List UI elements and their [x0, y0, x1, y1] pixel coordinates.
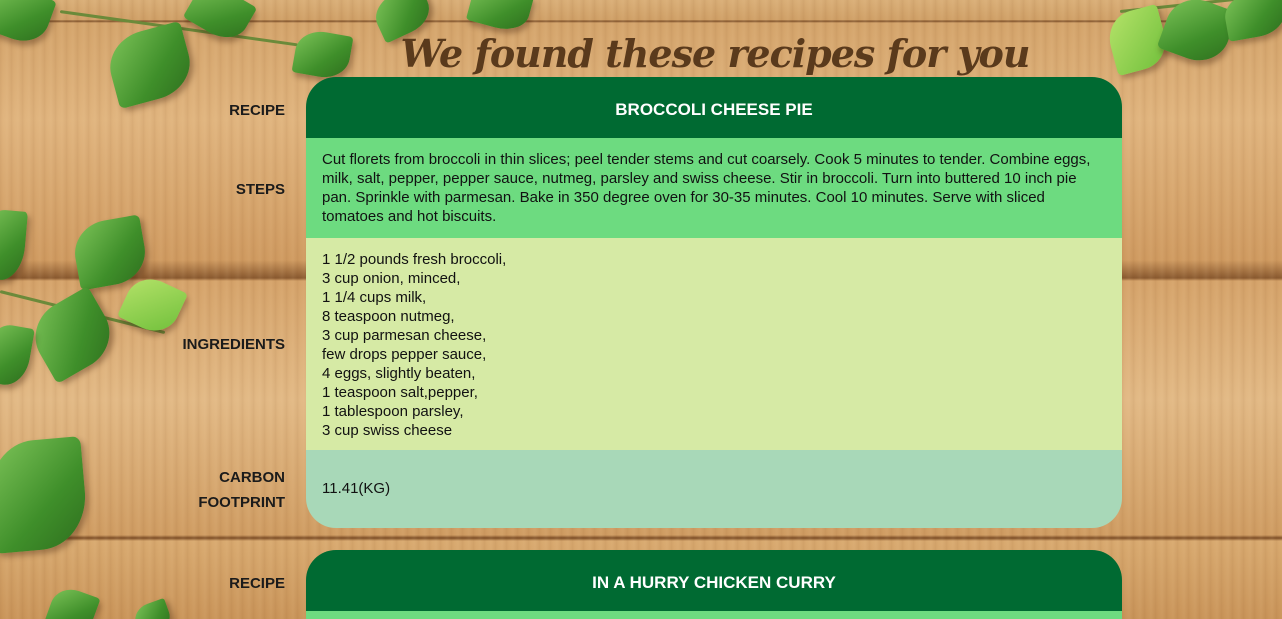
carbon-label-line1: CARBON	[219, 469, 285, 486]
ingredient-item: 3 cup parmesan cheese,	[322, 327, 487, 344]
recipe-label: RECIPE	[229, 102, 285, 119]
ingredient-item: 1 1/4 cups milk,	[322, 289, 427, 306]
ingredient-item: 3 cup onion, minced,	[322, 270, 461, 287]
recipe-name: IN A HURRY CHICKEN CURRY	[306, 550, 1122, 611]
ingredient-item: 1 1/2 pounds fresh broccoli,	[322, 251, 507, 268]
ingredient-item: few drops pepper sauce,	[322, 346, 487, 363]
recipe-ingredients: 1 1/2 pounds fresh broccoli, 3 cup onion…	[306, 238, 1122, 450]
recipe-name: BROCCOLI CHEESE PIE	[306, 77, 1122, 138]
recipe-steps: Cut florets from broccoli in thin slices…	[306, 138, 1122, 238]
ingredients-label: INGREDIENTS	[182, 336, 285, 353]
ingredient-item: 8 teaspoon nutmeg,	[322, 308, 455, 325]
ingredient-item: 1 teaspoon salt,pepper,	[322, 384, 478, 401]
carbon-label-line2: FOOTPRINT	[198, 494, 285, 511]
ingredient-item: 3 cup swiss cheese	[322, 422, 453, 439]
carbon-footprint-value: 11.41(KG)	[306, 450, 1122, 528]
recipe-steps	[306, 611, 1122, 619]
row-labels: RECIPE STEPS INGREDIENTS CARBON FOOTPRIN…	[0, 0, 285, 619]
recipe-card: BROCCOLI CHEESE PIE Cut florets from bro…	[306, 77, 1122, 528]
recipe-label: RECIPE	[229, 575, 285, 592]
ingredient-item: 1 tablespoon parsley,	[322, 403, 464, 420]
ingredient-item: 4 eggs, slightly beaten,	[322, 365, 476, 382]
recipe-card: IN A HURRY CHICKEN CURRY	[306, 550, 1122, 619]
steps-label: STEPS	[235, 181, 285, 198]
